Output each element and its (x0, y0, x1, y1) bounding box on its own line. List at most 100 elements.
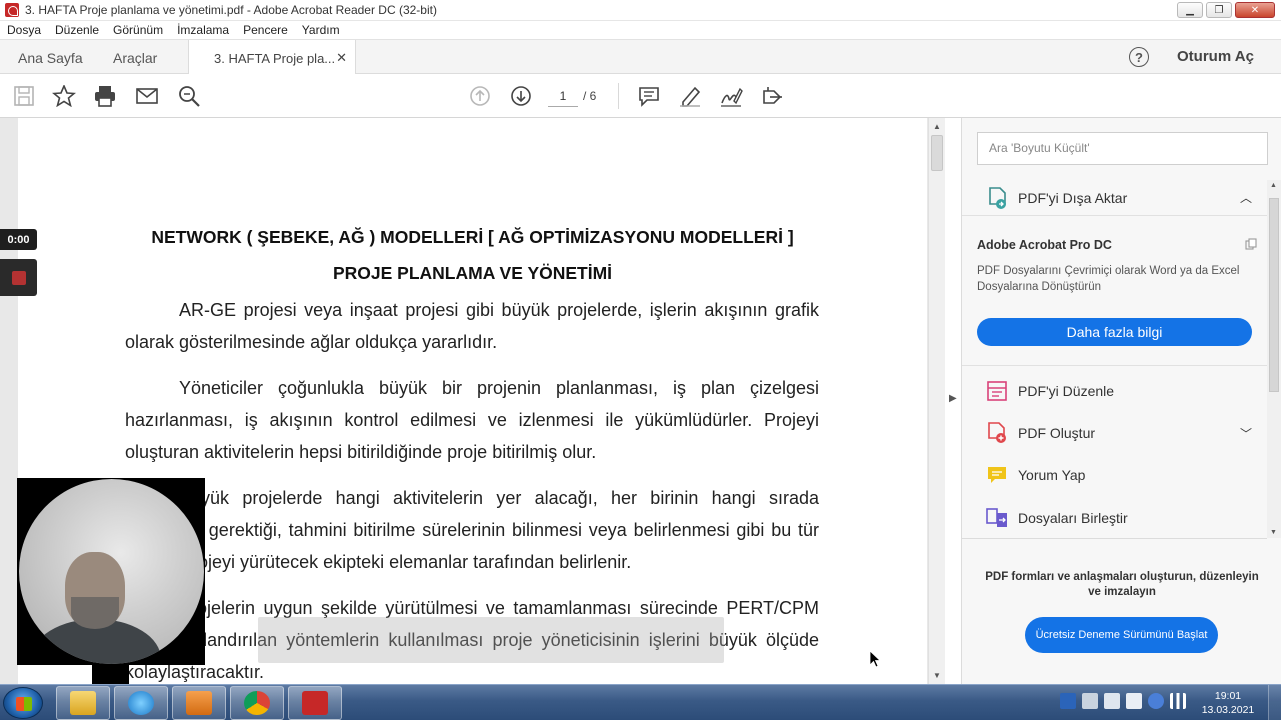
scroll-up-arrow-icon[interactable]: ▲ (1270, 182, 1277, 189)
help-icon[interactable]: ? (1129, 47, 1149, 67)
comment-tool-icon (988, 467, 1006, 483)
edit-pdf-label: PDF'yi Düzenle (1018, 383, 1115, 399)
scroll-up-arrow-icon[interactable]: ▲ (933, 122, 941, 131)
word-tray-icon[interactable] (1060, 693, 1076, 709)
start-button[interactable] (3, 687, 43, 719)
taskbar-clock[interactable]: 19:01 13.03.2021 (1198, 689, 1258, 717)
close-window-button[interactable]: ✕ (1235, 2, 1275, 18)
text-selection-overlay (258, 617, 724, 663)
maximize-button[interactable]: ❐ (1206, 2, 1232, 18)
next-page-icon[interactable] (509, 85, 533, 107)
total-pages: / 6 (583, 89, 597, 103)
scrollbar-thumb[interactable] (1269, 198, 1279, 392)
title-bar: 3. HAFTA Proje planlama ve yönetimi.pdf … (0, 0, 1281, 21)
export-pdf-item[interactable]: PDF'yi Dışa Aktar ︿ (962, 180, 1267, 216)
network-tray-icon[interactable] (1170, 693, 1186, 709)
tools-search-input[interactable]: Ara 'Boyutu Küçült' (977, 132, 1268, 165)
export-pdf-icon (989, 186, 1006, 209)
comment-icon[interactable] (637, 85, 661, 107)
internet-explorer-icon (128, 691, 154, 715)
chevron-down-icon[interactable]: ﹀ (1240, 425, 1252, 442)
tab-tools[interactable]: Araçlar (113, 40, 157, 75)
taskbar-acrobat[interactable] (288, 686, 342, 720)
edit-pdf-icon (987, 381, 1007, 401)
panel-divider (962, 538, 1267, 539)
learn-more-button[interactable]: Daha fazla bilgi (977, 318, 1252, 346)
collapse-panel-arrow-icon[interactable]: ▶ (949, 393, 957, 404)
tab-bar: Ana Sayfa Araçlar 3. HAFTA Proje pla... … (0, 39, 1281, 76)
document-scrollbar[interactable]: ▲ ▼ (928, 118, 945, 684)
chrome-icon (244, 691, 270, 715)
toolbar: 1 / 6 (0, 74, 1281, 118)
toolbar-separator (618, 83, 619, 109)
document-paragraph: AR-GE projesi veya inşaat projesi gibi b… (125, 300, 819, 352)
show-desktop-button[interactable] (1268, 685, 1281, 720)
save-icon[interactable] (12, 85, 36, 107)
promo-title: Adobe Acrobat Pro DC (977, 238, 1112, 252)
media-player-icon (186, 691, 212, 715)
scroll-down-arrow-icon[interactable]: ▼ (1270, 529, 1277, 536)
edit-pdf-item[interactable]: PDF'yi Düzenle (962, 372, 1267, 410)
sign-icon[interactable] (719, 85, 743, 107)
recording-timer: 0:00 (0, 229, 37, 250)
scroll-down-arrow-icon[interactable]: ▼ (933, 671, 941, 680)
close-tab-icon[interactable]: ✕ (336, 50, 347, 66)
panel-divider (962, 365, 1267, 366)
menu-edit[interactable]: Düzenle (55, 23, 99, 37)
start-free-trial-button[interactable]: Ücretsiz Deneme Sürümünü Başlat (1025, 617, 1218, 653)
webcam-feed (19, 479, 204, 664)
system-tray (1060, 693, 1186, 709)
taskbar-explorer[interactable] (56, 686, 110, 720)
bookmark-star-icon[interactable] (51, 83, 77, 108)
folder-icon (70, 691, 96, 715)
combine-files-item[interactable]: Dosyaları Birleştir (962, 499, 1267, 537)
window-controls: ▁ ❐ ✕ (1177, 2, 1275, 18)
menu-help[interactable]: Yardım (302, 23, 340, 37)
device-tray-icon[interactable] (1104, 693, 1120, 709)
acrobat-icon (302, 691, 328, 715)
export-pdf-label: PDF'yi Dışa Aktar (1018, 189, 1128, 206)
sign-promo-text: PDF formları ve anlaşmaları oluşturun, d… (985, 571, 1259, 598)
print-icon[interactable] (93, 85, 117, 107)
webcam-overlay (17, 478, 205, 665)
menu-sign[interactable]: İmzalama (177, 23, 229, 37)
display-tray-icon[interactable] (1082, 693, 1098, 709)
current-page-input[interactable]: 1 (548, 87, 578, 107)
scrollbar-thumb[interactable] (931, 135, 943, 171)
stop-icon (11, 270, 26, 285)
comment-item[interactable]: Yorum Yap (962, 456, 1267, 494)
bluetooth-tray-icon[interactable] (1148, 693, 1164, 709)
sign-in-button[interactable]: Oturum Aç (1177, 48, 1254, 65)
highlight-pen-icon[interactable] (678, 85, 702, 107)
taskbar-media-player[interactable] (172, 686, 226, 720)
window-title: 3. HAFTA Proje planlama ve yönetimi.pdf … (25, 3, 437, 17)
email-icon[interactable] (135, 85, 159, 107)
tab-document-label: 3. HAFTA Proje pla... (214, 50, 336, 66)
previous-page-icon[interactable] (468, 85, 492, 107)
webcam-overlay-base (92, 665, 129, 684)
combine-files-label: Dosyaları Birleştir (1018, 510, 1128, 526)
clock-date: 13.03.2021 (1201, 704, 1255, 716)
share-tools-icon[interactable] (760, 85, 784, 107)
document-heading-1: NETWORK ( ŞEBEKE, AĞ ) MODELLERİ [ AĞ OP… (151, 227, 794, 247)
stop-recording-button[interactable] (0, 259, 37, 296)
taskbar-chrome[interactable] (230, 686, 284, 720)
tab-home[interactable]: Ana Sayfa (18, 40, 83, 75)
promo-description: PDF Dosyalarını Çevrimiçi olarak Word ya… (977, 265, 1240, 293)
presenter-beard (71, 597, 119, 629)
menu-bar: Dosya Düzenle Görünüm İmzalama Pencere Y… (0, 21, 1281, 39)
menu-window[interactable]: Pencere (243, 23, 288, 37)
minimize-button[interactable]: ▁ (1177, 2, 1203, 18)
document-heading-2: PROJE PLANLAMA VE YÖNETİMİ (332, 263, 613, 283)
create-pdf-icon (988, 422, 1006, 443)
chevron-up-icon[interactable]: ︿ (1240, 189, 1252, 206)
menu-view[interactable]: Görünüm (113, 23, 163, 37)
create-pdf-item[interactable]: PDF Oluştur ﹀ (962, 414, 1267, 452)
taskbar-internet-explorer[interactable] (114, 686, 168, 720)
tab-document[interactable]: 3. HAFTA Proje pla... ✕ (188, 40, 356, 76)
copy-icon[interactable] (1245, 238, 1257, 250)
tools-pane-scrollbar[interactable]: ▲ ▼ (1267, 180, 1281, 538)
search-zoom-icon[interactable] (177, 85, 201, 107)
volume-tray-icon[interactable] (1126, 693, 1142, 709)
menu-file[interactable]: Dosya (7, 23, 41, 37)
